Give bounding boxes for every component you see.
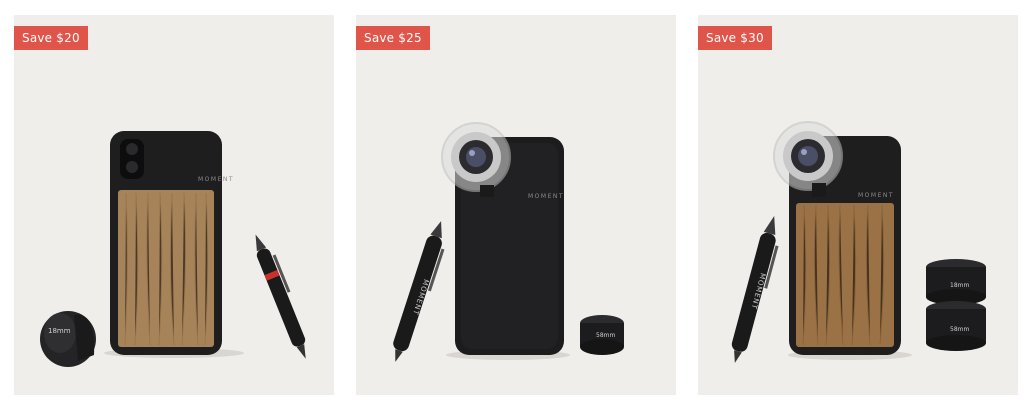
lens-18mm: 18mm [40,311,96,367]
product-image: MOMENT MOMENT 58mm [393,122,624,362]
lens-mark-bottom: 58mm [950,326,969,333]
phone-logo: MOMENT [528,193,564,200]
lens-mark-top: 18mm [950,282,969,289]
cleaning-pen: MOMENT [731,216,779,363]
lens-mark: 18mm [48,327,71,335]
lens-18mm: 18mm [926,259,986,305]
phone-case [110,131,222,355]
cleaning-pen: MOMENT [393,221,445,362]
phone-logo: MOMENT [198,176,234,183]
product-card-1[interactable]: Save $20 MOMENT 18mm [14,15,334,395]
phone-logo: MOMENT [858,192,894,199]
product-card-3[interactable]: Save $30 MOMENT MOMENT 18mm 58mm [698,15,1018,395]
lens-58mm: 58mm [926,301,986,351]
product-card-2[interactable]: Save $25 MOMENT MOMENT 58mm [356,15,676,395]
lens-mark: 58mm [596,332,615,339]
product-image: MOMENT 18mm [40,131,306,367]
cleaning-pen [255,234,306,359]
lens-58mm: 58mm [580,315,624,355]
product-image: MOMENT MOMENT 18mm 58mm [731,121,986,363]
